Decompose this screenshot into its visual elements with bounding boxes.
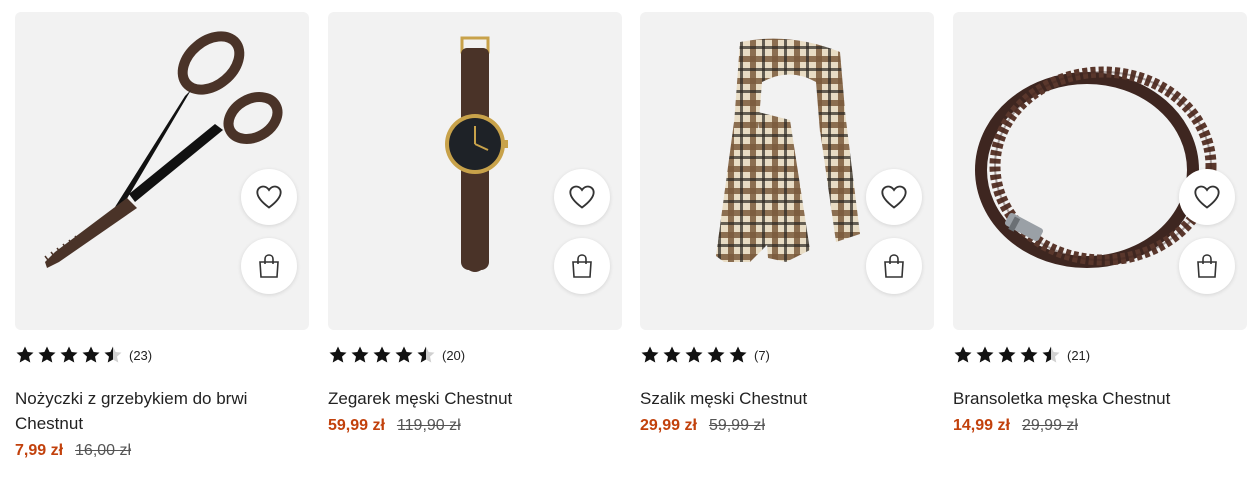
rating: (21) xyxy=(953,344,1247,366)
heart-icon xyxy=(1194,185,1220,209)
product-image-box[interactable] xyxy=(15,12,309,330)
old-price: 29,99 zł xyxy=(1021,417,1078,434)
current-price: 7,99 zł xyxy=(15,442,64,459)
old-price: 59,99 zł xyxy=(708,417,765,434)
star-full-icon xyxy=(685,346,703,363)
shopping-bag-icon xyxy=(572,254,592,278)
star-full-icon xyxy=(351,346,369,363)
rating: (7) xyxy=(640,344,934,366)
current-price: 29,99 zł xyxy=(640,417,697,434)
shopping-bag-icon xyxy=(884,254,904,278)
star-rating xyxy=(953,345,1061,365)
star-full-icon xyxy=(729,346,747,363)
rating: (20) xyxy=(328,344,622,366)
price-row: 7,99 zł 16,00 zł xyxy=(15,442,309,460)
shopping-bag-icon xyxy=(1197,254,1217,278)
rating: (23) xyxy=(15,344,309,366)
star-rating xyxy=(640,345,748,365)
add-to-cart-button[interactable] xyxy=(554,238,610,294)
star-full-icon xyxy=(641,346,659,363)
product-title[interactable]: Nożyczki z grzebykiem do brwi Chestnut xyxy=(15,386,275,436)
star-full-icon xyxy=(663,346,681,363)
add-to-wishlist-button[interactable] xyxy=(1179,169,1235,225)
product-title[interactable]: Zegarek męski Chestnut xyxy=(328,386,588,411)
star-full-icon xyxy=(82,346,100,363)
product-image-box[interactable] xyxy=(328,12,622,330)
star-full-icon xyxy=(329,346,347,363)
review-count: (20) xyxy=(442,347,466,363)
product-title[interactable]: Szalik męski Chestnut xyxy=(640,386,900,411)
current-price: 14,99 zł xyxy=(953,417,1010,434)
product-image-box[interactable] xyxy=(953,12,1247,330)
star-full-icon xyxy=(998,346,1016,363)
star-full-icon xyxy=(373,346,391,363)
price-row: 29,99 zł 59,99 zł xyxy=(640,417,934,435)
star-full-icon xyxy=(60,346,78,363)
add-to-wishlist-button[interactable] xyxy=(241,169,297,225)
star-full-icon xyxy=(395,346,413,363)
star-rating xyxy=(328,345,436,365)
price-row: 59,99 zł 119,90 zł xyxy=(328,417,622,435)
star-full-icon xyxy=(707,346,725,363)
product-card[interactable]: (21) Bransoletka męska Chestnut 14,99 zł… xyxy=(953,12,1247,435)
star-full-icon xyxy=(954,346,972,363)
star-full-icon xyxy=(976,346,994,363)
add-to-wishlist-button[interactable] xyxy=(866,169,922,225)
add-to-cart-button[interactable] xyxy=(1179,238,1235,294)
heart-icon xyxy=(569,185,595,209)
star-half-icon xyxy=(104,346,122,363)
review-count: (23) xyxy=(129,347,153,363)
star-full-icon xyxy=(38,346,56,363)
star-half-icon xyxy=(1042,346,1060,363)
old-price: 119,90 zł xyxy=(396,417,461,434)
product-card[interactable]: (7) Szalik męski Chestnut 29,99 zł 59,99… xyxy=(640,12,934,435)
product-card[interactable]: (23) Nożyczki z grzebykiem do brwi Chest… xyxy=(15,12,309,460)
price-row: 14,99 zł 29,99 zł xyxy=(953,417,1247,435)
review-count: (21) xyxy=(1067,347,1091,363)
heart-icon xyxy=(881,185,907,209)
add-to-wishlist-button[interactable] xyxy=(554,169,610,225)
current-price: 59,99 zł xyxy=(328,417,385,434)
add-to-cart-button[interactable] xyxy=(866,238,922,294)
add-to-cart-button[interactable] xyxy=(241,238,297,294)
star-full-icon xyxy=(1020,346,1038,363)
product-card[interactable]: (20) Zegarek męski Chestnut 59,99 zł 119… xyxy=(328,12,622,435)
product-image-box[interactable] xyxy=(640,12,934,330)
product-title[interactable]: Bransoletka męska Chestnut xyxy=(953,386,1213,411)
old-price: 16,00 zł xyxy=(75,442,132,459)
star-full-icon xyxy=(16,346,34,363)
shopping-bag-icon xyxy=(259,254,279,278)
star-rating xyxy=(15,345,123,365)
star-half-icon xyxy=(417,346,435,363)
review-count: (7) xyxy=(754,347,770,363)
heart-icon xyxy=(256,185,282,209)
product-grid: (23) Nożyczki z grzebykiem do brwi Chest… xyxy=(0,0,1257,490)
